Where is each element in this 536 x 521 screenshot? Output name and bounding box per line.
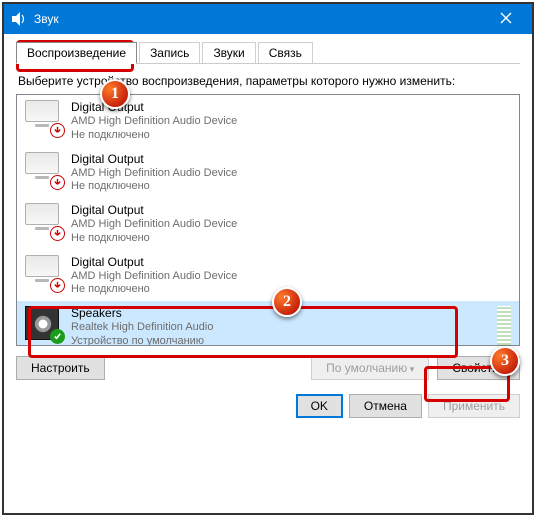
titlebar[interactable]: Звук xyxy=(4,4,532,34)
device-name: Speakers xyxy=(71,306,491,321)
monitor-icon xyxy=(25,100,61,134)
tab-recording[interactable]: Запись xyxy=(139,42,200,63)
device-name: Digital Output xyxy=(71,100,511,115)
instruction-text: Выберите устройство воспроизведения, пар… xyxy=(18,74,518,88)
device-row[interactable]: Digital Output AMD High Definition Audio… xyxy=(17,147,519,199)
tab-sounds[interactable]: Звуки xyxy=(202,42,255,63)
monitor-icon xyxy=(25,152,61,186)
device-status: Не подключено xyxy=(71,129,511,143)
device-row[interactable]: Digital Output AMD High Definition Audio… xyxy=(17,95,519,147)
device-list[interactable]: Digital Output AMD High Definition Audio… xyxy=(16,94,520,346)
device-desc: Realtek High Definition Audio xyxy=(71,321,491,335)
monitor-icon xyxy=(25,203,61,237)
device-desc: AMD High Definition Audio Device xyxy=(71,115,511,129)
device-desc: AMD High Definition Audio Device xyxy=(71,270,511,284)
monitor-icon xyxy=(25,255,61,289)
apply-button: Применить xyxy=(428,394,520,418)
speaker-icon xyxy=(25,306,61,340)
tab-comm[interactable]: Связь xyxy=(258,42,313,63)
cancel-button[interactable]: Отмена xyxy=(349,394,422,418)
level-meter xyxy=(497,306,511,346)
device-row[interactable]: Digital Output AMD High Definition Audio… xyxy=(17,250,519,302)
tab-strip: Воспроизведение Запись Звуки Связь xyxy=(16,40,520,64)
close-button[interactable] xyxy=(486,11,526,27)
ok-button[interactable]: OK xyxy=(296,394,343,418)
sound-icon xyxy=(10,11,26,27)
window-title: Звук xyxy=(34,12,486,26)
device-row[interactable]: Digital Output AMD High Definition Audio… xyxy=(17,198,519,250)
default-button: По умолчанию xyxy=(311,356,429,380)
device-status: Не подключено xyxy=(71,283,511,297)
configure-button[interactable]: Настроить xyxy=(16,356,105,380)
device-name: Digital Output xyxy=(71,152,511,167)
device-status: Устройство по умолчанию xyxy=(71,335,491,346)
properties-button[interactable]: Свойства xyxy=(437,356,520,380)
device-row-selected[interactable]: Speakers Realtek High Definition Audio У… xyxy=(17,301,519,346)
device-name: Digital Output xyxy=(71,203,511,218)
device-desc: AMD High Definition Audio Device xyxy=(71,167,511,181)
device-name: Digital Output xyxy=(71,255,511,270)
device-desc: AMD High Definition Audio Device xyxy=(71,218,511,232)
device-status: Не подключено xyxy=(71,232,511,246)
device-status: Не подключено xyxy=(71,180,511,194)
tab-playback[interactable]: Воспроизведение xyxy=(16,42,137,64)
